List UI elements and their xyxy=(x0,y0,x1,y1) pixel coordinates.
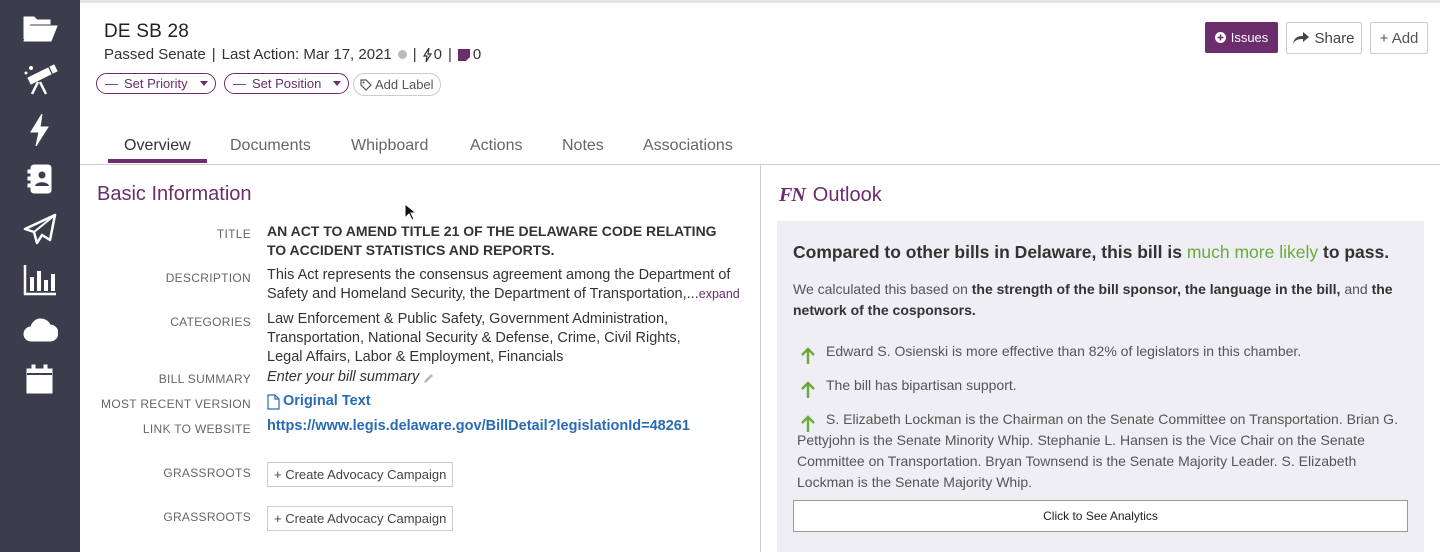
most-recent-version-label: MOST RECENT VERSION xyxy=(101,397,251,411)
explanation-text: We calculated this based on xyxy=(793,281,972,297)
tab-whipboard[interactable]: Whipboard xyxy=(351,137,428,155)
minus-icon: — xyxy=(105,76,118,91)
website-link[interactable]: https://www.legis.delaware.gov/BillDetai… xyxy=(267,417,690,436)
pencil-icon[interactable] xyxy=(423,372,435,384)
tab-documents[interactable]: Documents xyxy=(230,137,311,155)
folder-open-icon[interactable] xyxy=(20,10,60,46)
outlook-heading: FN Outlook xyxy=(779,184,882,207)
add-button[interactable]: + Add xyxy=(1370,22,1428,54)
share-button[interactable]: Share xyxy=(1286,22,1362,54)
set-position-dropdown[interactable]: — Set Position xyxy=(224,73,349,94)
plus-circle-icon xyxy=(1214,32,1226,43)
tab-notes[interactable]: Notes xyxy=(562,137,604,155)
outlook-reason: S. Elizabeth Lockman is the Chairman on … xyxy=(797,411,1398,490)
title-value: AN ACT TO AMEND TITLE 21 OF THE DELAWARE… xyxy=(267,223,717,258)
arrow-up-icon xyxy=(801,347,815,364)
document-icon xyxy=(267,393,280,410)
bolt-count: 0 xyxy=(433,46,443,63)
outlook-explanation: We calculated this based on the strength… xyxy=(793,279,1393,321)
issues-label: Issues xyxy=(1230,30,1269,45)
bar-chart-icon[interactable] xyxy=(20,262,60,298)
prediction-highlight: much more likely xyxy=(1186,242,1319,262)
set-priority-label: Set Priority xyxy=(124,76,188,91)
chevron-down-icon xyxy=(199,81,208,86)
prediction-text: Compared to other bills in Delaware, thi… xyxy=(793,242,1187,262)
outlook-reason: The bill has bipartisan support. xyxy=(826,377,1017,393)
add-label-button[interactable]: Add Label xyxy=(353,73,441,96)
separator: | xyxy=(412,46,417,63)
outlook-prediction: Compared to other bills in Delaware, thi… xyxy=(793,242,1389,263)
contact-book-icon[interactable] xyxy=(20,161,60,197)
add-label-text: Add Label xyxy=(375,77,434,92)
share-label: Share xyxy=(1314,29,1355,47)
original-text-label: Original Text xyxy=(283,393,371,409)
cloud-icon[interactable] xyxy=(20,312,60,348)
create-advocacy-campaign-button[interactable]: + Create Advocacy Campaign xyxy=(267,506,454,531)
bill-status: Passed Senate xyxy=(104,46,206,63)
explanation-bold: the strength of the bill sponsor, the la… xyxy=(971,281,1341,297)
paper-plane-icon[interactable] xyxy=(20,212,60,248)
bill-summary-field[interactable]: Enter your bill summary xyxy=(267,368,435,387)
bill-id: DE SB 28 xyxy=(104,21,190,42)
tag-icon xyxy=(360,78,372,91)
bill-status-line: Passed Senate | Last Action: Mar 17, 202… xyxy=(104,46,481,63)
outlook-title: Outlook xyxy=(812,184,882,206)
description-text: This Act represents the consensus agreem… xyxy=(267,267,731,302)
explanation-text: and xyxy=(1340,281,1372,297)
calendar-icon[interactable] xyxy=(20,362,60,398)
mouse-cursor-icon xyxy=(404,203,416,221)
link-to-website-label: LINK TO WEBSITE xyxy=(142,422,251,436)
notes-count: 0 xyxy=(472,46,482,63)
basic-information-heading: Basic Information xyxy=(97,183,252,205)
outlook-reason: Edward S. Osienski is more effective tha… xyxy=(826,343,1302,359)
tab-bar: Overview Documents Whipboard Actions Not… xyxy=(80,127,1440,165)
top-border xyxy=(80,0,1440,3)
grassroots-label: GRASSROOTS xyxy=(163,510,251,524)
active-tab-indicator xyxy=(108,159,207,163)
issues-button[interactable]: Issues xyxy=(1205,22,1278,53)
bolt-counter[interactable]: 0 xyxy=(422,46,443,63)
bill-summary-label: BILL SUMMARY xyxy=(158,372,251,386)
chevron-down-icon xyxy=(333,81,342,86)
set-priority-dropdown[interactable]: — Set Priority xyxy=(96,73,216,94)
tab-actions[interactable]: Actions xyxy=(470,137,522,155)
prediction-suffix: to pass. xyxy=(1318,242,1390,262)
separator: | xyxy=(211,46,216,63)
note-icon xyxy=(457,48,470,61)
categories-label: CATEGORIES xyxy=(170,315,251,329)
see-analytics-button[interactable]: Click to See Analytics xyxy=(793,500,1408,532)
description-value: This Act represents the consensus agreem… xyxy=(267,266,747,304)
sidebar xyxy=(0,0,80,552)
notes-counter[interactable]: 0 xyxy=(457,46,482,63)
lightning-icon xyxy=(422,47,432,62)
expand-link[interactable]: expand xyxy=(699,287,740,301)
info-icon[interactable] xyxy=(397,50,407,59)
telescope-icon[interactable] xyxy=(20,61,60,97)
arrow-up-icon xyxy=(801,381,815,398)
tab-associations[interactable]: Associations xyxy=(643,137,733,155)
last-action: Last Action: Mar 17, 2021 xyxy=(221,46,392,63)
description-label: DESCRIPTION xyxy=(165,271,251,285)
share-icon xyxy=(1293,31,1310,44)
bill-summary-placeholder: Enter your bill summary xyxy=(267,369,420,385)
lightning-icon[interactable] xyxy=(20,112,60,148)
categories-value: Law Enforcement & Public Safety, Governm… xyxy=(267,311,681,365)
create-advocacy-campaign-button[interactable]: + Create Advocacy Campaign xyxy=(267,462,454,487)
title-label: TITLE xyxy=(216,227,251,241)
original-text-link[interactable]: Original Text xyxy=(267,392,371,411)
column-divider xyxy=(760,165,761,552)
set-position-label: Set Position xyxy=(252,76,322,91)
separator: | xyxy=(448,46,452,63)
minus-icon: — xyxy=(233,76,246,91)
fn-logo-icon: FN xyxy=(779,184,806,206)
tab-overview[interactable]: Overview xyxy=(124,137,191,155)
grassroots-label: GRASSROOTS xyxy=(163,466,251,480)
